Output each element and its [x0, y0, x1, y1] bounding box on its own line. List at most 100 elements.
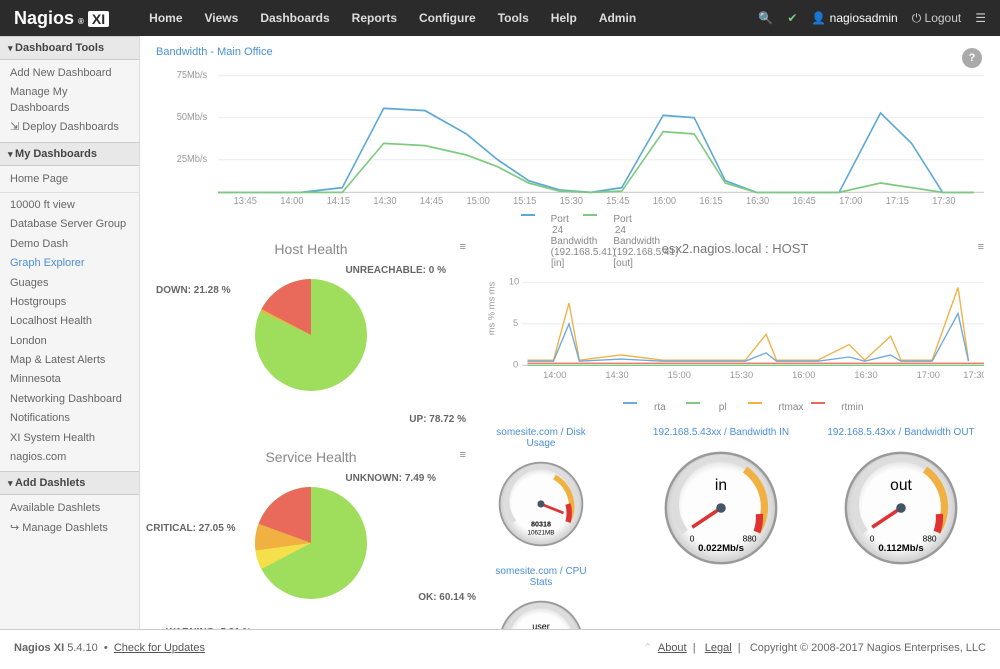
check-updates-link[interactable]: Check for Updates	[114, 642, 205, 654]
about-link[interactable]: About	[658, 642, 687, 654]
sb-10000ft[interactable]: 10000 ft view	[0, 196, 139, 215]
svg-text:16:15: 16:15	[699, 196, 723, 204]
nav-reports[interactable]: Reports	[352, 11, 397, 25]
main-content: ? Bandwidth - Main Office 75Mb/s 50Mb/s …	[140, 36, 1000, 629]
svg-text:16:00: 16:00	[792, 370, 815, 380]
service-ok-label: OK: 60.14 %	[418, 592, 476, 603]
gauge-bandwidth-out[interactable]: out 0880 0.112Mb/s	[841, 448, 961, 571]
bandwidth-chart[interactable]: 75Mb/s 50Mb/s 25Mb/s 13:4514:0014:1514:3…	[156, 64, 984, 204]
svg-text:15:15: 15:15	[513, 196, 537, 204]
svg-text:14:00: 14:00	[543, 370, 566, 380]
logo-suffix: XI	[88, 11, 109, 27]
host-health-menu-icon[interactable]: ≡	[460, 241, 466, 253]
gauge-cpu[interactable]: user 0100 2.54%	[496, 598, 586, 629]
nav-tools[interactable]: Tools	[498, 11, 529, 25]
sb-manage-my-dashboards[interactable]: Manage My Dashboards	[0, 83, 139, 118]
bandwidth-legend: Port 24 Bandwidth (192.168.5.41) [in] Po…	[156, 210, 984, 221]
host-down-label: DOWN: 21.28 %	[156, 285, 230, 296]
nav-right: 🔍 ✔ 👤 nagiosadmin ⏻ Logout ☰	[758, 11, 986, 26]
nav-dashboards[interactable]: Dashboards	[260, 11, 329, 25]
top-nav: Nagios® XI Home Views Dashboards Reports…	[0, 0, 1000, 36]
svg-text:880: 880	[923, 534, 937, 544]
host-health-title: Host Health	[156, 241, 466, 257]
sb-home-page[interactable]: Home Page	[0, 170, 139, 189]
host-up-label: UP: 78.72 %	[409, 414, 466, 425]
bandwidth-title: Bandwidth - Main Office	[156, 46, 984, 58]
nav-configure[interactable]: Configure	[419, 11, 476, 25]
sb-manage-dashlets[interactable]: ↪ Manage Dashlets	[0, 519, 139, 538]
menu-icon[interactable]: ☰	[975, 11, 986, 25]
nav-views[interactable]: Views	[205, 11, 239, 25]
svg-text:880: 880	[743, 534, 757, 544]
logo[interactable]: Nagios® XI	[14, 8, 109, 29]
legal-link[interactable]: Legal	[705, 642, 732, 654]
svg-text:17:00: 17:00	[917, 370, 940, 380]
nav-home[interactable]: Home	[149, 11, 182, 25]
host-health-pie[interactable]	[241, 265, 381, 405]
sb-section-dashboard-tools[interactable]: Dashboard Tools	[0, 36, 139, 60]
svg-text:out: out	[890, 477, 912, 494]
sb-section-my-dashboards[interactable]: My Dashboards	[0, 142, 139, 166]
svg-text:14:00: 14:00	[280, 196, 304, 204]
svg-text:0: 0	[690, 534, 695, 544]
svg-text:15:45: 15:45	[606, 196, 630, 204]
sb-section-add-dashlets[interactable]: Add Dashlets	[0, 471, 139, 495]
svg-text:16:30: 16:30	[854, 370, 877, 380]
sb-db-server-group[interactable]: Database Server Group	[0, 215, 139, 234]
svg-text:16:30: 16:30	[746, 196, 770, 204]
esx-chart[interactable]: ms % ms ms 10 5 0 14:0	[486, 264, 984, 394]
footer: Nagios XI 5.4.10 • Check for Updates ⌃ A…	[0, 629, 1000, 665]
service-unknown-label: UNKNOWN: 7.49 %	[345, 473, 436, 484]
sb-london[interactable]: London	[0, 332, 139, 351]
svg-text:17:00: 17:00	[839, 196, 863, 204]
sb-hostgroups[interactable]: Hostgroups	[0, 293, 139, 312]
nav-links: Home Views Dashboards Reports Configure …	[149, 11, 636, 25]
svg-text:in: in	[715, 477, 727, 494]
nav-admin[interactable]: Admin	[599, 11, 636, 25]
svg-text:80318: 80318	[531, 520, 551, 529]
gauge-bandwidth-in[interactable]: in 0880 0.022Mb/s	[661, 448, 781, 571]
sb-minnesota[interactable]: Minnesota	[0, 370, 139, 389]
sb-map-alerts[interactable]: Map & Latest Alerts	[0, 351, 139, 370]
gauge-cpu-title: somesite.com / CPU Stats	[486, 566, 596, 588]
esx-legend: rta pl rtmax rtmin	[486, 398, 984, 409]
sb-deploy-dashboards[interactable]: ⇲ Deploy Dashboards	[0, 118, 139, 137]
gauge-out-title: 192.168.5.43xx / Bandwidth OUT	[826, 427, 976, 438]
svg-text:10621MB: 10621MB	[528, 530, 555, 537]
svg-text:17:15: 17:15	[886, 196, 910, 204]
svg-text:15:00: 15:00	[467, 196, 491, 204]
esx-dashlet: ≡ esx2.nagios.local : HOST ms % ms ms 10…	[486, 241, 984, 409]
logo-text: Nagios	[14, 8, 74, 29]
svg-text:15:30: 15:30	[560, 196, 584, 204]
svg-text:25Mb/s: 25Mb/s	[177, 154, 208, 166]
svg-text:14:15: 14:15	[327, 196, 351, 204]
esx-menu-icon[interactable]: ≡	[978, 241, 984, 253]
sb-guages[interactable]: Guages	[0, 274, 139, 293]
logout-button[interactable]: ⏻ Logout	[912, 11, 962, 26]
service-health-menu-icon[interactable]: ≡	[460, 449, 466, 461]
sb-demo-dash[interactable]: Demo Dash	[0, 235, 139, 254]
sb-notifications[interactable]: Notifications	[0, 409, 139, 428]
gauge-disk-title: somesite.com / Disk Usage	[486, 427, 596, 449]
svg-text:0: 0	[513, 359, 518, 369]
host-unreachable-label: UNREACHABLE: 0 %	[345, 265, 446, 276]
service-health-pie[interactable]	[241, 473, 381, 613]
svg-text:13:45: 13:45	[234, 196, 258, 204]
sb-available-dashlets[interactable]: Available Dashlets	[0, 499, 139, 518]
user-menu[interactable]: 👤 nagiosadmin	[811, 11, 897, 25]
svg-text:17:30: 17:30	[963, 370, 984, 380]
sb-xi-system-health[interactable]: XI System Health	[0, 429, 139, 448]
search-icon[interactable]: 🔍	[758, 11, 773, 25]
gauge-disk[interactable]: 80318 10621MB	[496, 459, 586, 552]
sb-graph-explorer[interactable]: Graph Explorer	[0, 254, 139, 273]
svg-text:15:30: 15:30	[730, 370, 753, 380]
sb-add-new-dashboard[interactable]: Add New Dashboard	[0, 64, 139, 83]
nav-help[interactable]: Help	[551, 11, 577, 25]
sb-nagios-com[interactable]: nagios.com	[0, 448, 139, 467]
sb-networking-dashboard[interactable]: Networking Dashboard	[0, 390, 139, 409]
sb-localhost-health[interactable]: Localhost Health	[0, 312, 139, 331]
svg-text:14:45: 14:45	[420, 196, 444, 204]
status-icon[interactable]: ✔	[787, 11, 797, 25]
footer-copyright: Copyright © 2008-2017 Nagios Enterprises…	[750, 642, 986, 654]
svg-text:0.112Mb/s: 0.112Mb/s	[878, 543, 923, 554]
